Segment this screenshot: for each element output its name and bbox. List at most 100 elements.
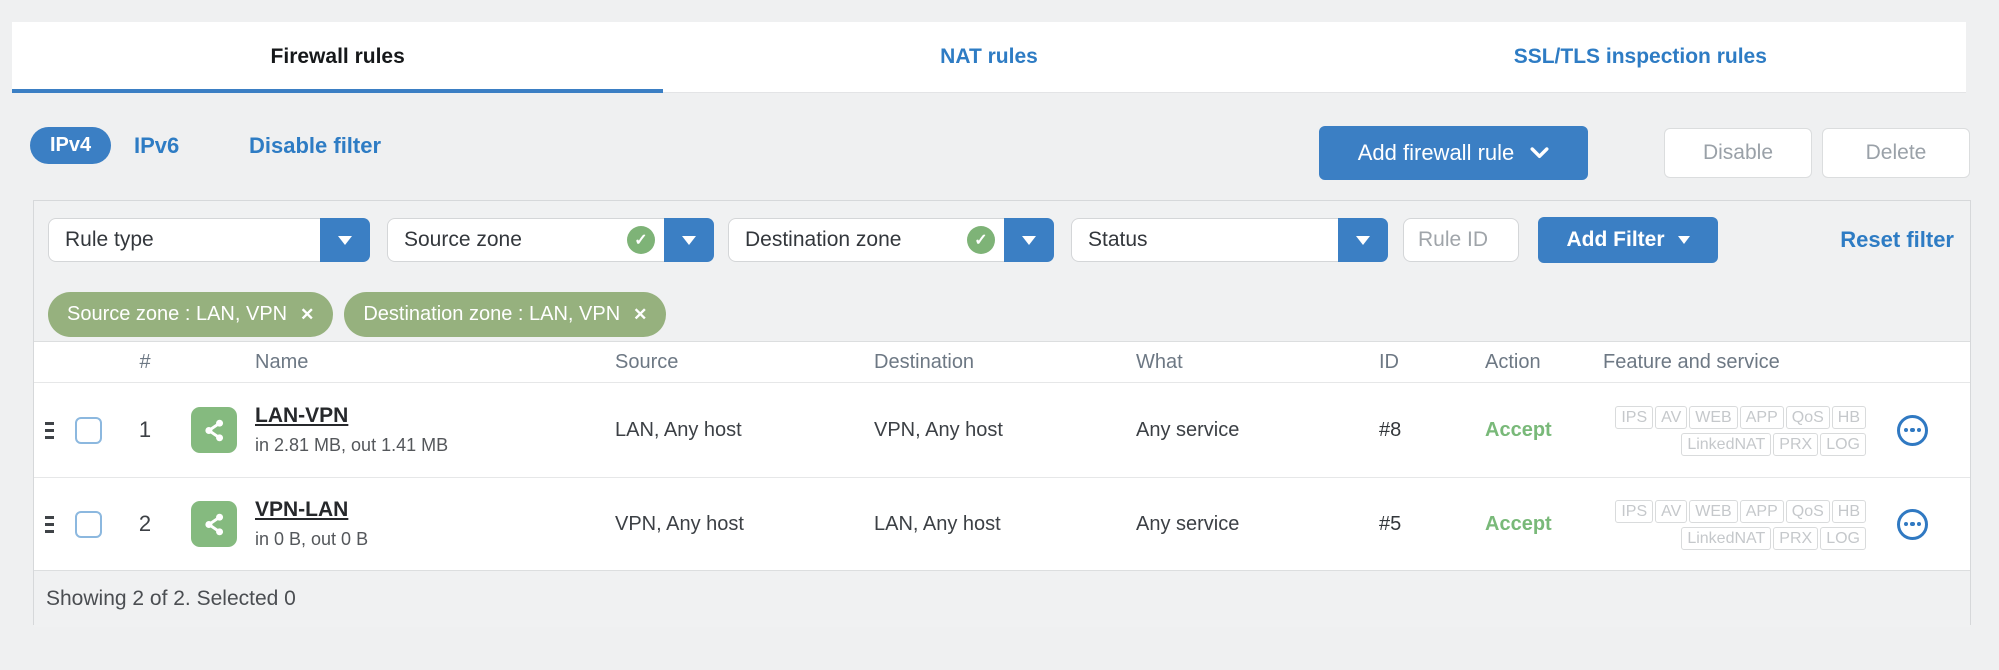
- row-checkbox[interactable]: [75, 416, 102, 444]
- feature-badges: IPS AV WEB APP QoS HB LinkedNAT PRX LOG: [1614, 403, 1867, 457]
- add-firewall-rule-button[interactable]: Add firewall rule: [1319, 126, 1588, 180]
- ipv6-toggle[interactable]: IPv6: [134, 133, 179, 159]
- dropdown-arrow-icon[interactable]: [320, 218, 370, 262]
- add-filter-label: Add Filter: [1566, 228, 1665, 251]
- feature-badge-linkednat: LinkedNAT: [1681, 527, 1772, 550]
- showing-status-text: Showing 2 of 2. Selected 0: [46, 587, 296, 610]
- feature-badge-hb: HB: [1831, 500, 1866, 523]
- rule-source: LAN, Any host: [615, 418, 742, 441]
- disable-button[interactable]: Disable: [1664, 128, 1812, 178]
- firewall-rules-table: # Name Source Destination What ID Action…: [34, 341, 1970, 627]
- column-header-action: Action: [1485, 350, 1541, 373]
- remove-filter-icon[interactable]: ✕: [633, 305, 647, 325]
- feature-badge-qos: QoS: [1785, 406, 1830, 429]
- rule-traffic-stats: in 2.81 MB, out 1.41 MB: [255, 435, 449, 455]
- rule-position: 2: [138, 511, 152, 536]
- rule-id: #5: [1379, 512, 1402, 535]
- rule-type-dropdown[interactable]: Rule type: [48, 218, 370, 262]
- rule-name-link[interactable]: LAN-VPN: [255, 404, 348, 428]
- column-header-source: Source: [615, 350, 679, 373]
- table-row: 1 LAN-VPN in 2.81 MB, out 1.41 MB LAN, A…: [34, 382, 1970, 477]
- table-footer: Showing 2 of 2. Selected 0: [34, 570, 1970, 627]
- rule-destination: LAN, Any host: [874, 512, 1001, 535]
- column-header-name: Name: [255, 350, 309, 373]
- filter-chip-label: Source zone : LAN, VPN: [67, 303, 288, 325]
- feature-badge-av: AV: [1655, 406, 1688, 429]
- feature-badge-qos: QoS: [1785, 500, 1830, 523]
- filter-chip-destination-zone: Destination zone : LAN, VPN ✕: [344, 292, 667, 337]
- destination-zone-dropdown[interactable]: Destination zone ✓: [728, 218, 1054, 262]
- row-more-actions-icon[interactable]: [1897, 508, 1928, 540]
- row-more-actions-icon[interactable]: [1897, 414, 1928, 446]
- active-tab-underline: [12, 89, 664, 93]
- feature-badge-ips: IPS: [1615, 500, 1654, 523]
- filter-applied-check-icon: ✓: [967, 226, 995, 254]
- add-firewall-rule-label: Add firewall rule: [1357, 140, 1515, 165]
- destination-zone-dropdown-label: Destination zone: [745, 228, 902, 251]
- add-filter-button[interactable]: Add Filter: [1538, 217, 1718, 263]
- column-header-id: ID: [1379, 350, 1399, 373]
- column-header-what: What: [1136, 350, 1183, 373]
- tab-nat-rules[interactable]: NAT rules: [663, 22, 1314, 92]
- table-row: 2 VPN-LAN in 0 B, out 0 B VPN, Any host: [34, 477, 1970, 570]
- rule-action: Accept: [1485, 418, 1552, 441]
- reset-filter-link[interactable]: Reset filter: [1840, 227, 1954, 253]
- caret-down-icon: [1022, 235, 1036, 245]
- drag-handle-icon[interactable]: [34, 515, 64, 533]
- applied-filter-chips: Source zone : LAN, VPN ✕ Destination zon…: [48, 292, 667, 337]
- rule-what: Any service: [1136, 512, 1240, 535]
- rule-id-input[interactable]: [1403, 218, 1519, 262]
- rule-traffic-stats: in 0 B, out 0 B: [255, 529, 369, 549]
- tab-ssl-tls-inspection-rules[interactable]: SSL/TLS inspection rules: [1315, 22, 1966, 92]
- ipv4-toggle[interactable]: IPv4: [30, 127, 112, 164]
- feature-badge-log: LOG: [1820, 527, 1866, 550]
- tab-label: NAT rules: [940, 45, 1038, 68]
- tab-label: Firewall rules: [270, 45, 405, 68]
- row-checkbox[interactable]: [75, 510, 102, 538]
- feature-badge-web: WEB: [1689, 500, 1738, 523]
- caret-down-icon: [338, 235, 352, 245]
- source-zone-dropdown-label: Source zone: [404, 228, 522, 251]
- feature-badge-app: APP: [1739, 500, 1784, 523]
- feature-badge-linkednat: LinkedNAT: [1681, 433, 1772, 456]
- rule-type-dropdown-label: Rule type: [65, 228, 154, 251]
- dropdown-arrow-icon[interactable]: [1338, 218, 1388, 262]
- disable-filter-link[interactable]: Disable filter: [249, 133, 381, 159]
- feature-badge-log: LOG: [1820, 433, 1866, 456]
- caret-down-icon: [1356, 235, 1370, 245]
- remove-filter-icon[interactable]: ✕: [300, 305, 314, 325]
- source-zone-dropdown[interactable]: Source zone ✓: [387, 218, 714, 262]
- column-header-number: #: [139, 350, 151, 373]
- caret-down-icon: [682, 235, 696, 245]
- status-dropdown[interactable]: Status: [1071, 218, 1388, 262]
- feature-badge-prx: PRX: [1773, 433, 1819, 456]
- dropdown-arrow-icon[interactable]: [1004, 218, 1054, 262]
- rule-position: 1: [138, 417, 152, 442]
- rule-action: Accept: [1485, 512, 1552, 535]
- ipv4-label: IPv4: [50, 134, 92, 156]
- tab-label: SSL/TLS inspection rules: [1513, 45, 1767, 68]
- tab-bar: Firewall rules NAT rules SSL/TLS inspect…: [12, 22, 1966, 93]
- filter-chip-label: Destination zone : LAN, VPN: [363, 303, 621, 325]
- feature-badge-prx: PRX: [1773, 527, 1819, 550]
- feature-badge-hb: HB: [1831, 406, 1866, 429]
- share-icon: [204, 513, 223, 535]
- rule-source: VPN, Any host: [615, 512, 744, 535]
- rule-name-link[interactable]: VPN-LAN: [255, 498, 348, 522]
- filter-applied-check-icon: ✓: [627, 226, 655, 254]
- dropdown-arrow-icon[interactable]: [664, 218, 714, 262]
- tab-firewall-rules[interactable]: Firewall rules: [12, 22, 664, 93]
- rule-zone-share-icon: [191, 501, 237, 547]
- rule-what: Any service: [1136, 418, 1240, 441]
- feature-badge-web: WEB: [1689, 406, 1738, 429]
- table-header-row: # Name Source Destination What ID Action…: [34, 342, 1970, 382]
- rule-id: #8: [1379, 418, 1402, 441]
- delete-button[interactable]: Delete: [1822, 128, 1970, 178]
- column-header-destination: Destination: [874, 350, 975, 373]
- rule-destination: VPN, Any host: [874, 418, 1003, 441]
- caret-down-icon: [1677, 236, 1690, 244]
- share-icon: [204, 419, 223, 441]
- drag-handle-icon[interactable]: [34, 421, 64, 439]
- status-dropdown-label: Status: [1088, 228, 1148, 251]
- rule-zone-share-icon: [191, 407, 237, 453]
